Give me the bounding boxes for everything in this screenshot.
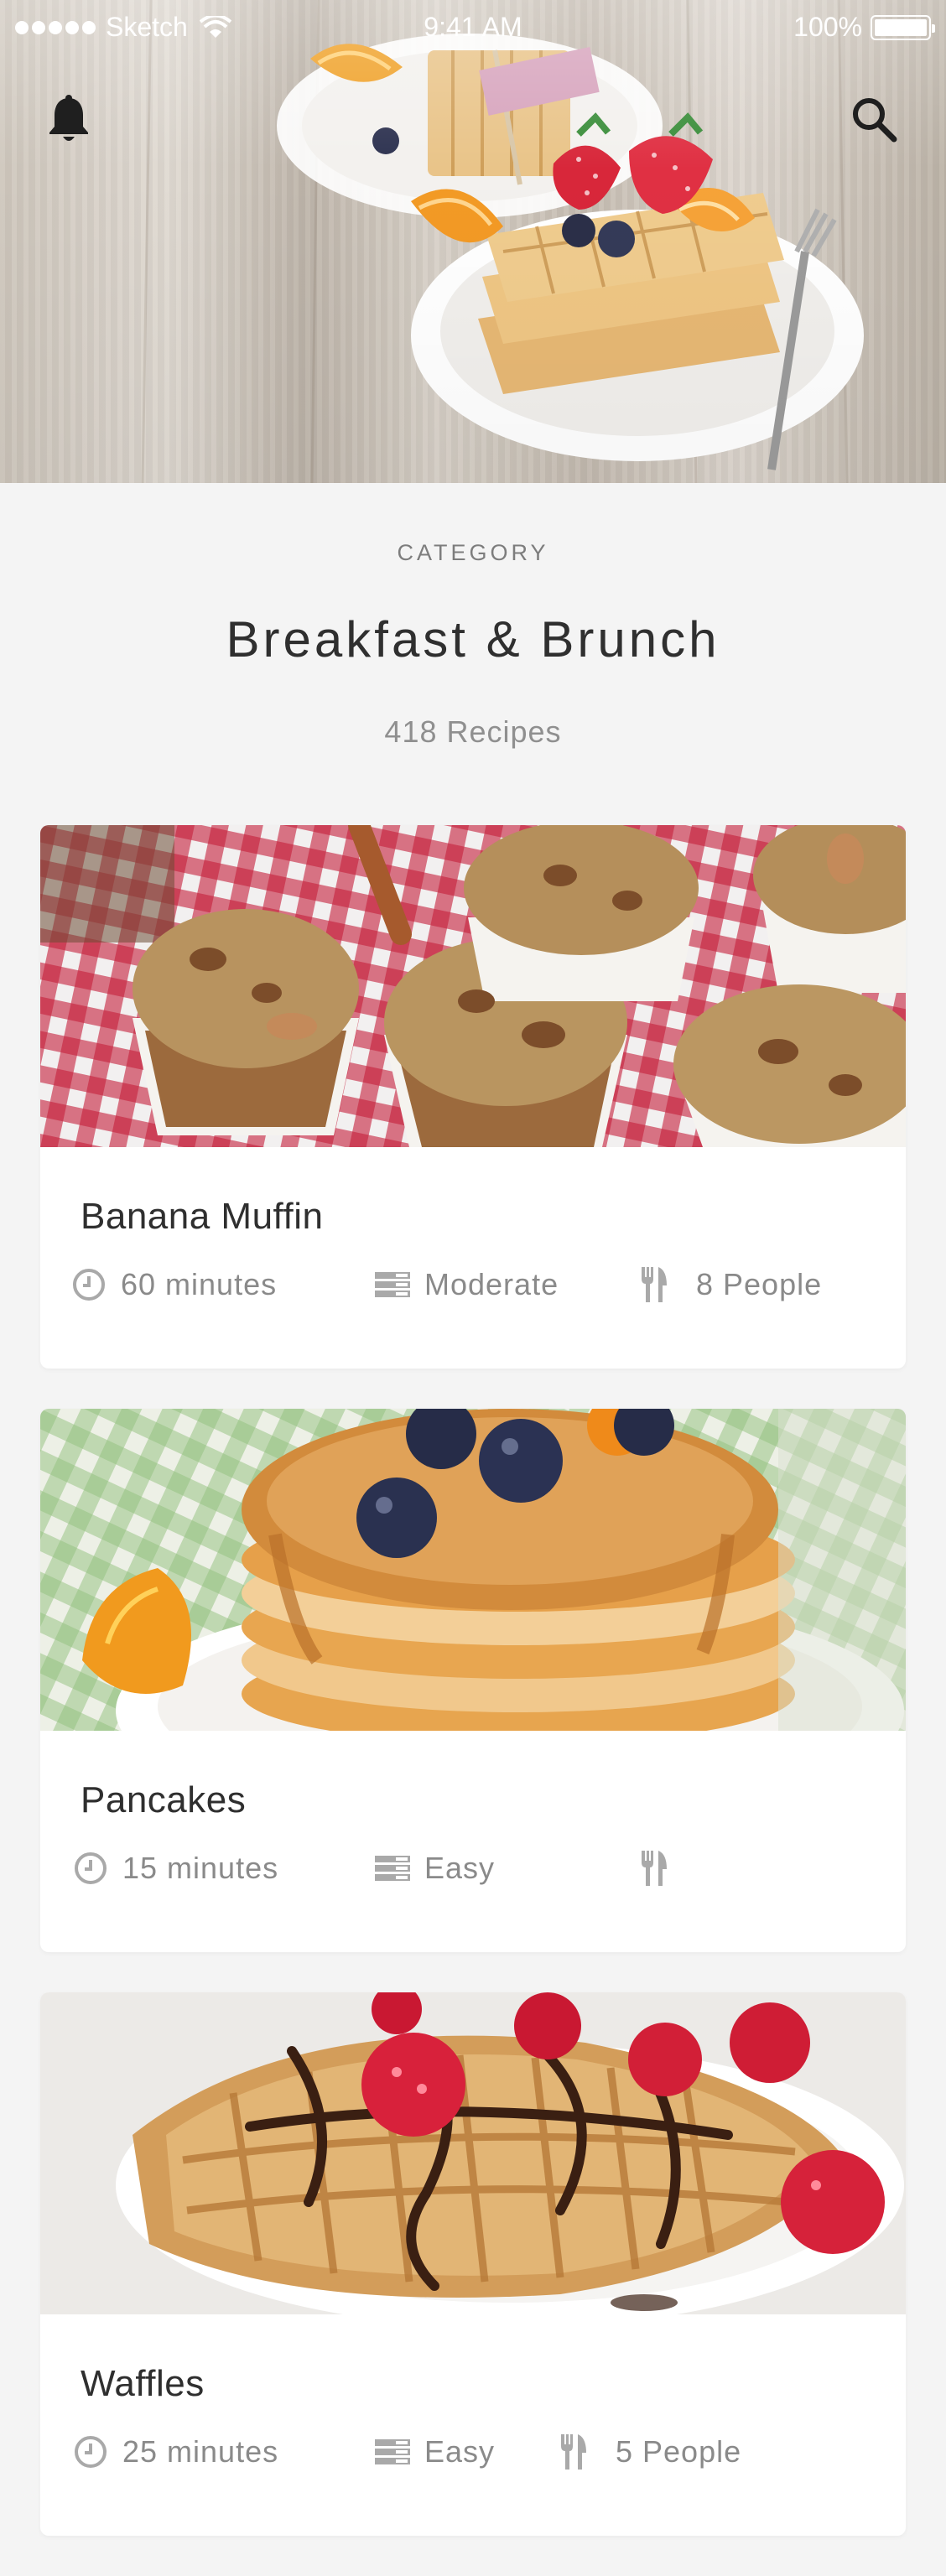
bell-icon[interactable]: [42, 92, 96, 146]
waffles-hero-photo: [141, 0, 864, 483]
recipe-difficulty: Moderate: [374, 1261, 559, 1308]
recipe-title: Banana Muffin: [81, 1196, 324, 1237]
pancakes-photo: [40, 1409, 906, 1731]
recipe-servings: [636, 1845, 696, 1892]
recipe-count: 418 Recipes: [384, 714, 562, 749]
recipe-servings: 8 People: [636, 1261, 822, 1308]
layers-icon: [374, 2433, 411, 2470]
recipe-difficulty-text: Easy: [424, 2434, 496, 2469]
recipe-time: 25 minutes: [72, 2428, 278, 2475]
layers-icon: [374, 1266, 411, 1303]
fork-knife-icon: [555, 2433, 592, 2470]
recipe-time-text: 25 minutes: [122, 2434, 279, 2469]
waffles-photo: [40, 1992, 906, 2314]
status-right: 100%: [793, 12, 935, 43]
recipe-difficulty: Easy: [374, 1845, 495, 1892]
clock-icon: [72, 2433, 109, 2470]
clock-icon: [72, 1850, 109, 1887]
recipe-servings-text: 5 People: [616, 2434, 742, 2469]
recipe-card-waffles[interactable]: Waffles 25 minutes Easy 5 People: [40, 1992, 906, 2536]
clock-icon: [70, 1266, 107, 1303]
fork-knife-icon: [636, 1850, 673, 1887]
battery-icon: [871, 14, 935, 40]
page-title: Breakfast & Brunch: [226, 611, 720, 667]
recipe-servings-text: 8 People: [696, 1267, 823, 1301]
hero-image: Sketch 9:41 AM 100%: [0, 0, 946, 483]
recipe-title: Waffles: [81, 2363, 205, 2404]
banana-muffins-photo: [40, 825, 906, 1147]
recipe-servings: 5 People: [555, 2428, 741, 2475]
layers-icon: [374, 1850, 411, 1887]
recipe-time: 60 minutes: [70, 1261, 277, 1308]
status-bar: Sketch 9:41 AM 100%: [0, 0, 946, 57]
category-label: CATEGORY: [397, 540, 549, 565]
recipe-card-pancakes[interactable]: Pancakes 15 minutes Easy: [40, 1409, 906, 1952]
recipe-time: 15 minutes: [72, 1845, 278, 1892]
fork-knife-icon: [636, 1266, 673, 1303]
recipe-card-banana-muffin[interactable]: Banana Muffin 60 minutes Moderate 8 Peop…: [40, 825, 906, 1368]
recipe-difficulty: Easy: [374, 2428, 495, 2475]
recipe-title: Pancakes: [81, 1779, 247, 1820]
recipe-difficulty-text: Easy: [424, 1851, 496, 1885]
recipe-time-text: 60 minutes: [121, 1267, 278, 1301]
battery-percent: 100%: [793, 12, 862, 42]
search-icon[interactable]: [847, 92, 901, 146]
recipe-time-text: 15 minutes: [122, 1851, 279, 1885]
recipe-difficulty-text: Moderate: [424, 1267, 559, 1301]
